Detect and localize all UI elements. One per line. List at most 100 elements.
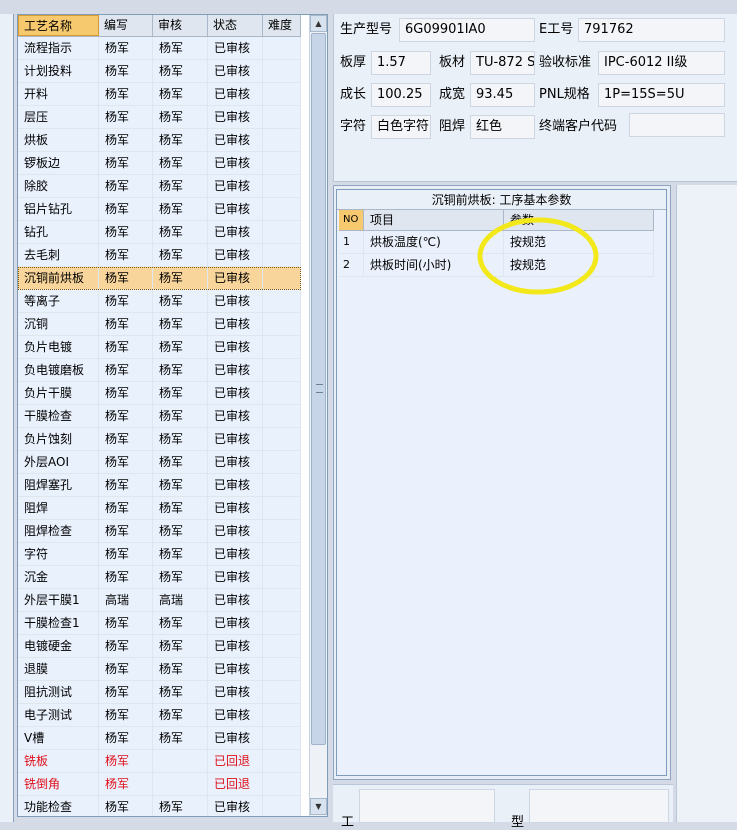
writer-cell[interactable]: 杨军 [99, 290, 153, 312]
col-header-process-name[interactable]: 工艺名称 [18, 15, 99, 36]
process-name-cell[interactable]: 钻孔 [18, 221, 99, 243]
process-name-cell[interactable]: 干膜检查 [18, 405, 99, 427]
status-cell[interactable]: 已审核 [208, 727, 263, 749]
table-row[interactable]: 除胶 杨军 杨军 已审核 [18, 175, 301, 198]
width-field[interactable]: 93.45 [470, 83, 535, 107]
status-cell[interactable]: 已审核 [208, 497, 263, 519]
process-name-cell[interactable]: 计划投料 [18, 60, 99, 82]
process-name-cell[interactable]: 沉金 [18, 566, 99, 588]
writer-cell[interactable]: 杨军 [99, 635, 153, 657]
table-row[interactable]: 外层干膜1 高瑞 高瑞 已审核 [18, 589, 301, 612]
status-cell[interactable]: 已审核 [208, 359, 263, 381]
writer-cell[interactable]: 杨军 [99, 773, 153, 795]
writer-cell[interactable]: 杨军 [99, 60, 153, 82]
table-row[interactable]: 开料 杨军 杨军 已审核 [18, 83, 301, 106]
length-field[interactable]: 100.25 [371, 83, 431, 107]
process-grid-scrollbar[interactable]: ▲ ▼ [309, 15, 327, 816]
table-row[interactable]: 电子测试 杨军 杨军 已审核 [18, 704, 301, 727]
process-name-cell[interactable]: 外层干膜1 [18, 589, 99, 611]
writer-cell[interactable]: 高瑞 [99, 589, 153, 611]
writer-cell[interactable]: 杨军 [99, 313, 153, 335]
writer-cell[interactable]: 杨军 [99, 428, 153, 450]
writer-cell[interactable]: 杨军 [99, 474, 153, 496]
param-no-cell[interactable]: 2 [339, 254, 364, 276]
status-cell[interactable]: 已审核 [208, 290, 263, 312]
difficulty-cell[interactable] [263, 221, 301, 243]
reviewer-cell[interactable]: 杨军 [153, 497, 208, 519]
table-row[interactable]: 负电镀磨板 杨军 杨军 已审核 [18, 359, 301, 382]
difficulty-cell[interactable] [263, 175, 301, 197]
status-cell[interactable]: 已审核 [208, 382, 263, 404]
difficulty-cell[interactable] [263, 589, 301, 611]
standard-field[interactable]: IPC-6012 II级 [598, 51, 725, 75]
difficulty-cell[interactable] [263, 267, 301, 289]
table-row[interactable]: 沉金 杨军 杨军 已审核 [18, 566, 301, 589]
reviewer-cell[interactable]: 杨军 [153, 336, 208, 358]
table-row[interactable]: 退膜 杨军 杨军 已审核 [18, 658, 301, 681]
reviewer-cell[interactable]: 高瑞 [153, 589, 208, 611]
table-row[interactable]: 铣倒角 杨军 已回退 [18, 773, 301, 796]
status-cell[interactable]: 已审核 [208, 267, 263, 289]
status-cell[interactable]: 已审核 [208, 681, 263, 703]
reviewer-cell[interactable]: 杨军 [153, 37, 208, 59]
writer-cell[interactable]: 杨军 [99, 451, 153, 473]
status-cell[interactable]: 已审核 [208, 175, 263, 197]
status-cell[interactable]: 已审核 [208, 60, 263, 82]
character-field[interactable]: 白色字符 [371, 115, 431, 139]
difficulty-cell[interactable] [263, 198, 301, 220]
process-name-cell[interactable]: 烘板 [18, 129, 99, 151]
bottom-field-b[interactable] [529, 789, 669, 823]
process-name-cell[interactable]: 功能检查 [18, 796, 99, 816]
customer-code-field[interactable] [629, 113, 725, 137]
writer-cell[interactable]: 杨军 [99, 405, 153, 427]
process-name-cell[interactable]: 铣倒角 [18, 773, 99, 795]
col-header-no[interactable]: NO [339, 210, 364, 230]
col-header-difficulty[interactable]: 难度 [263, 15, 301, 36]
process-name-cell[interactable]: 负片蚀刻 [18, 428, 99, 450]
table-row[interactable]: V槽 杨军 杨军 已审核 [18, 727, 301, 750]
writer-cell[interactable]: 杨军 [99, 129, 153, 151]
bottom-field-a[interactable] [359, 789, 495, 823]
difficulty-cell[interactable] [263, 773, 301, 795]
status-cell[interactable]: 已审核 [208, 336, 263, 358]
scroll-up-button[interactable]: ▲ [310, 15, 327, 32]
table-row[interactable]: 等离子 杨军 杨军 已审核 [18, 290, 301, 313]
writer-cell[interactable]: 杨军 [99, 727, 153, 749]
process-name-cell[interactable]: 铣板 [18, 750, 99, 772]
writer-cell[interactable]: 杨军 [99, 704, 153, 726]
reviewer-cell[interactable]: 杨军 [153, 267, 208, 289]
difficulty-cell[interactable] [263, 635, 301, 657]
difficulty-cell[interactable] [263, 497, 301, 519]
material-field[interactable]: TU-872 S [470, 51, 535, 75]
status-cell[interactable]: 已审核 [208, 451, 263, 473]
reviewer-cell[interactable]: 杨军 [153, 428, 208, 450]
difficulty-cell[interactable] [263, 313, 301, 335]
status-cell[interactable]: 已回退 [208, 773, 263, 795]
reviewer-cell[interactable]: 杨军 [153, 198, 208, 220]
difficulty-cell[interactable] [263, 129, 301, 151]
difficulty-cell[interactable] [263, 290, 301, 312]
writer-cell[interactable]: 杨军 [99, 497, 153, 519]
difficulty-cell[interactable] [263, 405, 301, 427]
process-name-cell[interactable]: 流程指示 [18, 37, 99, 59]
process-name-cell[interactable]: 去毛刺 [18, 244, 99, 266]
status-cell[interactable]: 已审核 [208, 83, 263, 105]
table-row[interactable]: 去毛刺 杨军 杨军 已审核 [18, 244, 301, 267]
solder-mask-field[interactable]: 红色 [470, 115, 535, 139]
status-cell[interactable]: 已审核 [208, 589, 263, 611]
reviewer-cell[interactable]: 杨军 [153, 129, 208, 151]
reviewer-cell[interactable]: 杨军 [153, 796, 208, 816]
difficulty-cell[interactable] [263, 382, 301, 404]
status-cell[interactable]: 已审核 [208, 543, 263, 565]
writer-cell[interactable]: 杨军 [99, 520, 153, 542]
process-name-cell[interactable]: 负片干膜 [18, 382, 99, 404]
difficulty-cell[interactable] [263, 543, 301, 565]
reviewer-cell[interactable]: 杨军 [153, 612, 208, 634]
process-name-cell[interactable]: 除胶 [18, 175, 99, 197]
reviewer-cell[interactable] [153, 773, 208, 795]
difficulty-cell[interactable] [263, 612, 301, 634]
status-cell[interactable]: 已审核 [208, 796, 263, 816]
difficulty-cell[interactable] [263, 796, 301, 816]
table-row[interactable]: 阻焊 杨军 杨军 已审核 [18, 497, 301, 520]
reviewer-cell[interactable]: 杨军 [153, 681, 208, 703]
